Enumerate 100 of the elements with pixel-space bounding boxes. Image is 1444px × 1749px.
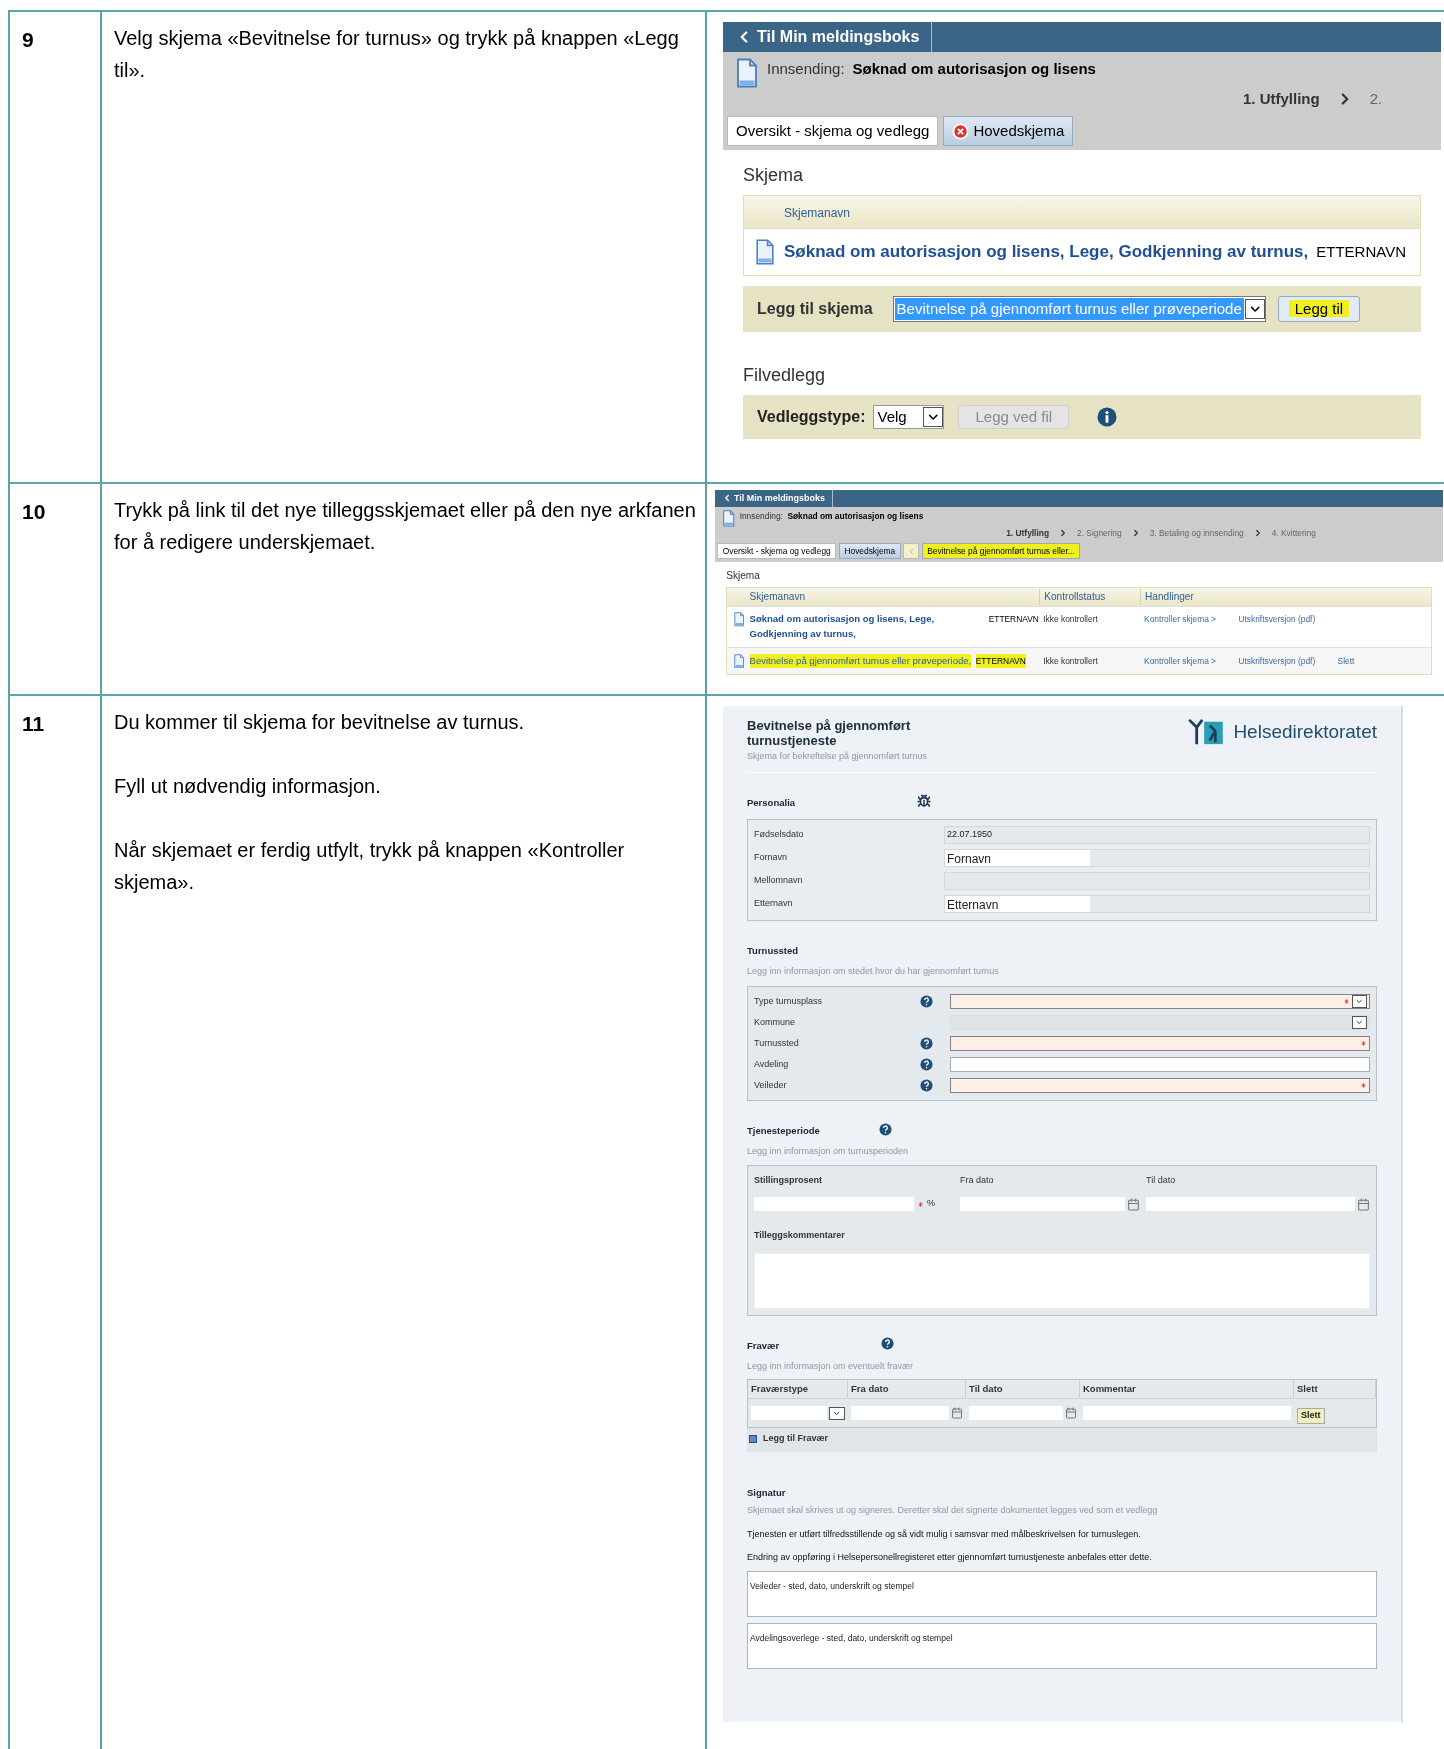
section-title: Filvedlegg (743, 364, 827, 387)
control-status: Ikke kontrollert (1043, 655, 1098, 666)
progress-step: 2. (1369, 87, 1383, 111)
tab[interactable]: Hovedskjema (838, 542, 901, 560)
calendar-icon[interactable] (1357, 1197, 1370, 1211)
date-field[interactable] (1146, 1197, 1355, 1211)
text-field[interactable] (950, 1057, 1370, 1072)
instruction-text: Trykk på link til det nye tilleggsskjemaet eller på den nye arkfanen for å redigere underskjemaet. (114, 498, 697, 555)
section-title: Turnussted (747, 944, 799, 956)
form-link[interactable]: Søknad om autorisasjon og lisens, Lege, Godkjenning av turnus, (749, 612, 985, 642)
delete-button[interactable]: Slett (1297, 1408, 1325, 1424)
dropdown-caret-icon (829, 1406, 845, 1420)
step-number: 10 (22, 500, 46, 523)
instruction-text: Du kommer til skjema for bevitnelse av turnus. (114, 710, 526, 735)
action-link[interactable]: Kontroller skjema > (1144, 612, 1216, 627)
section-hint: Legg inn informasjon om stedet hvor du har gjennomført turnus (747, 964, 1000, 978)
field-label: Avdeling (754, 1057, 790, 1071)
add-form-label: Legg til skjema (757, 299, 873, 319)
form-owner: ETTERNAVN (975, 653, 1026, 669)
info-icon (1097, 407, 1118, 427)
action-link[interactable]: Slett (1337, 653, 1355, 669)
percent-unit: % (927, 1197, 935, 1211)
tab[interactable]: Bevitnelse på gjennomført turnus eller... (921, 542, 1081, 560)
required-asterisk-icon (917, 1200, 924, 1208)
help-icon (879, 1122, 892, 1136)
column-header: Slett (1294, 1380, 1376, 1399)
submission-title: Søknad om autorisasjon og lisens (787, 510, 924, 523)
form-owner: ETTERNAVN (1316, 242, 1406, 262)
progress-step: 2. Signering (1077, 526, 1122, 540)
signature-box: Avdelingsoverlege - sted, dato, underskrift og stempel (747, 1622, 1377, 1669)
field-label: Fødselsdato (754, 828, 805, 842)
field-label: Til dato (1146, 1173, 1177, 1187)
calendar-icon[interactable] (1065, 1407, 1077, 1420)
form-link[interactable]: Søknad om autorisasjon og lisens, Lege, Godkjenning av turnus, (784, 239, 1309, 265)
progress-step: 1. Utfylling (1006, 526, 1049, 540)
signature-box: Veileder - sted, dato, underskrift og stempel (747, 1570, 1377, 1617)
help-icon (920, 1058, 933, 1071)
action-link[interactable]: Utskriftsversjon (pdf) (1238, 653, 1316, 669)
form-title: Bevitnelse på gjennomført turnustjeneste (747, 718, 912, 748)
submission-label: Innsending: (767, 59, 845, 79)
scroll-left-icon[interactable] (903, 542, 919, 560)
form-link[interactable]: Bevitnelse på gjennomført turnus eller prøveperiode, (749, 653, 972, 669)
date-field[interactable] (969, 1406, 1063, 1421)
column-header: Til dato (966, 1380, 1080, 1399)
document-icon (754, 239, 776, 265)
instruction-text: Når skjemaet er ferdig utfylt, trykk på knappen «Kontroller skjema». (114, 838, 626, 895)
document-icon (732, 653, 746, 669)
field-label: Tilleggskommentarer (754, 1229, 846, 1242)
add-button[interactable]: Legg til (1277, 296, 1361, 322)
column-header: Fra dato (848, 1380, 966, 1399)
add-icon (749, 1435, 757, 1443)
action-link[interactable]: Kontroller skjema > (1144, 653, 1216, 669)
percent-field[interactable] (754, 1197, 914, 1211)
text-field[interactable] (950, 1036, 1370, 1051)
dropdown-caret-icon (1352, 995, 1367, 1008)
section-title: Skjema (726, 569, 761, 584)
field-label: Veileder (754, 1078, 788, 1092)
add-absence-link[interactable]: Legg til Fravær (763, 1432, 828, 1446)
text-field[interactable]: Etternavn (944, 895, 1370, 913)
instruction-text: Velg skjema «Bevitnelse for turnus» og trykk på knappen «Legg til». (114, 26, 680, 83)
date-field[interactable] (960, 1197, 1125, 1211)
tab[interactable]: Oversikt - skjema og vedlegg (717, 542, 837, 560)
section-title: Tjenesteperiode (747, 1125, 820, 1136)
document-icon (721, 510, 736, 527)
section-hint: Legg inn informasjon om turnusperioden (747, 1145, 910, 1158)
instruction-text: Fyll ut nødvendig informasjon. (114, 774, 382, 799)
column-header: Kommentar (1080, 1380, 1294, 1399)
calendar-icon[interactable] (1127, 1197, 1140, 1211)
form-subtitle: Skjema for bekreftelse på gjennomført turnus (747, 750, 929, 763)
field-label: Mellomnavn (754, 874, 804, 888)
date-field[interactable] (851, 1406, 949, 1421)
calendar-icon[interactable] (951, 1407, 963, 1420)
dropdown-caret-icon (923, 407, 944, 427)
step-number: 11 (22, 712, 45, 735)
text-field[interactable] (950, 1078, 1370, 1093)
document-icon (732, 612, 746, 627)
section-title: Skjema (743, 164, 805, 187)
control-status: Ikke kontrollert (1043, 614, 1098, 625)
progress-step: 3. Betaling og innsending (1149, 526, 1244, 540)
comments-textarea[interactable] (754, 1252, 1370, 1309)
section-title: Signatur (747, 1485, 787, 1500)
submission-title: Søknad om autorisasjon og lisens (852, 59, 1096, 79)
tab[interactable]: Oversikt - skjema og vedlegg (727, 116, 939, 146)
attachment-type-select[interactable]: Velg (873, 404, 945, 430)
field-label: Fornavn (754, 851, 789, 865)
action-link[interactable]: Utskriftsversjon (pdf) (1238, 612, 1316, 627)
field-label: Type turnusplass (754, 994, 824, 1008)
field-label: Fra dato (960, 1173, 995, 1187)
column-header: Kontrollstatus (1044, 591, 1106, 603)
select-field[interactable] (751, 1406, 827, 1421)
progress-step: 4. Kvittering (1271, 526, 1316, 540)
comment-field[interactable] (1083, 1406, 1291, 1421)
attachment-type-label: Vedleggstype: (757, 407, 866, 427)
select-field[interactable] (950, 994, 1370, 1009)
tab[interactable]: Hovedskjema (943, 116, 1074, 146)
document-icon (735, 58, 759, 88)
bug-icon (917, 793, 931, 808)
text-field[interactable]: Fornavn (944, 849, 1370, 867)
error-icon (952, 122, 970, 140)
column-header: Fraværstype (748, 1380, 848, 1399)
